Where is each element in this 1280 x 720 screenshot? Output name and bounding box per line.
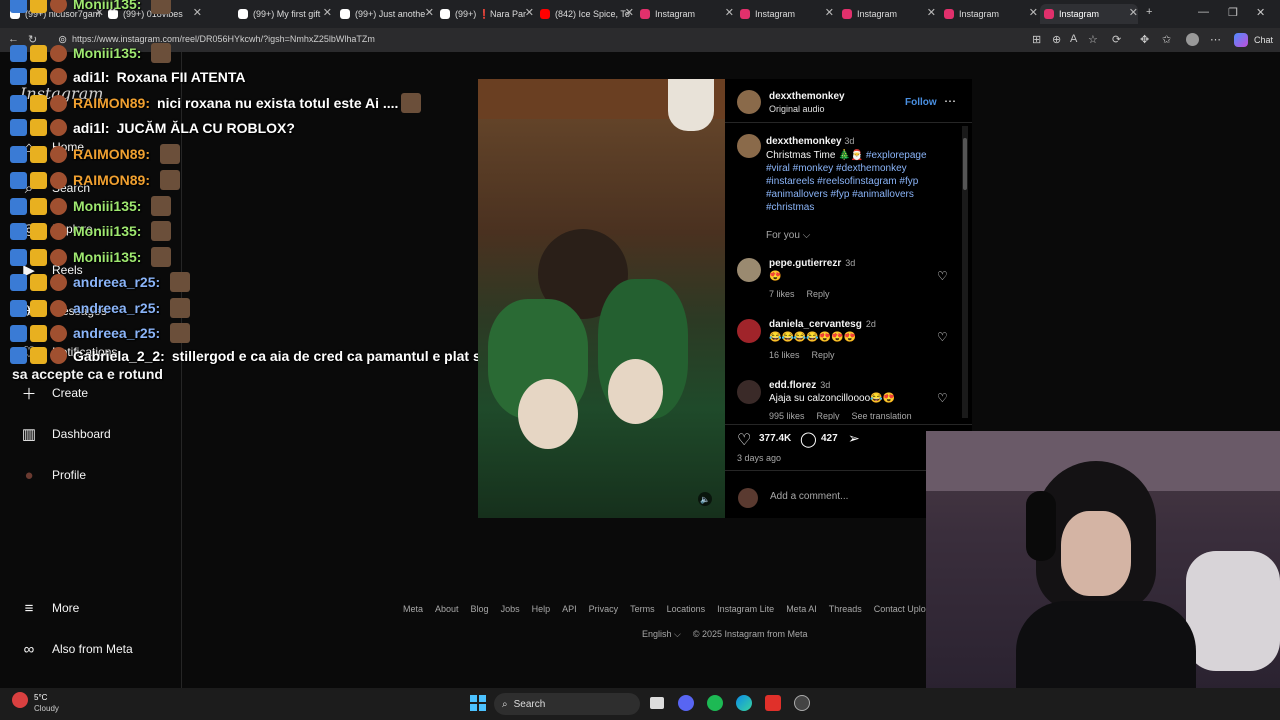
avatar: ● <box>24 466 34 484</box>
sidebar-item-dashboard[interactable]: ▥ Dashboard <box>20 425 111 443</box>
footer-link[interactable]: Jobs <box>501 604 520 614</box>
comment-text: 😂😂😂😂😍😍😍 <box>769 332 857 343</box>
commenter-avatar[interactable] <box>737 319 761 343</box>
comment-time: 3d <box>845 258 856 268</box>
likes-count: 377.4K <box>759 433 792 444</box>
comment-meta: 16 likes Reply <box>769 350 847 360</box>
commenter-avatar[interactable] <box>737 380 761 404</box>
person-shirt <box>1016 601 1196 691</box>
comment-meta: 995 likes Reply See translation <box>769 411 912 420</box>
person-face <box>1061 511 1131 596</box>
comment-like-icon[interactable]: ♡ <box>937 391 948 405</box>
comment-likes: 7 likes <box>769 289 795 299</box>
sidebar-item-profile[interactable]: ● Profile <box>20 466 86 484</box>
footer-link[interactable]: Threads <box>829 604 862 614</box>
share-icon[interactable]: ➢ <box>848 430 860 447</box>
sidebar-item-also-from-meta[interactable]: ∞ Also from Meta <box>20 640 133 658</box>
footer-link[interactable]: Meta AI <box>786 604 817 614</box>
my-avatar <box>738 488 758 508</box>
search-icon: ⌕ <box>502 698 508 710</box>
headphones <box>1026 491 1056 561</box>
sidebar-item-label: Profile <box>52 468 87 482</box>
comment-reply[interactable]: Reply <box>807 289 830 299</box>
like-icon[interactable]: ♡ <box>737 430 751 450</box>
comment-header: daniela_cervantesg 2d <box>769 319 876 330</box>
language-label: English <box>642 629 672 639</box>
comment-likes: 995 likes <box>769 411 805 420</box>
comment-time: 3d <box>820 380 831 390</box>
copyright: © 2025 Instagram from Meta <box>692 629 808 639</box>
comment-header: edd.florez 3d <box>769 380 830 391</box>
footer-link[interactable]: Terms <box>630 604 655 614</box>
comment-time: 2d <box>865 319 876 329</box>
weather-desc: Cloudy <box>34 704 59 713</box>
scrollbar-thumb[interactable] <box>963 138 967 190</box>
comments-count: 427 <box>821 433 838 444</box>
add-comment-input[interactable]: Add a comment... <box>770 491 848 502</box>
comment-text: Ajaja su calzoncilloooo😂😍 <box>769 393 896 404</box>
dashboard-icon: ▥ <box>21 426 37 443</box>
comment-icon[interactable]: ◯ <box>800 430 817 448</box>
comment-username[interactable]: pepe.gutierrezr <box>769 258 841 269</box>
meta-icon: ∞ <box>23 640 35 658</box>
comment-text: 😍 <box>769 271 782 282</box>
comment-reply[interactable]: Reply <box>812 350 835 360</box>
sidebar-item-label: Dashboard <box>52 427 111 441</box>
pillow <box>1186 551 1280 671</box>
footer-link[interactable]: Locations <box>667 604 706 614</box>
comment-reply[interactable]: Reply <box>817 411 840 420</box>
comment-like-icon[interactable]: ♡ <box>937 269 948 283</box>
obs-icon[interactable] <box>794 695 810 711</box>
footer-links: Meta About Blog Jobs Help API Privacy Terms Loca… <box>403 604 948 614</box>
windows-start-icon[interactable] <box>470 695 486 711</box>
spotify-icon[interactable] <box>707 695 723 711</box>
mute-icon[interactable]: 🔈 <box>698 492 712 506</box>
taskbar-search-label: Search <box>513 698 546 710</box>
comment-meta: 7 likes Reply <box>769 289 842 299</box>
footer-bottom: English ⌵ © 2025 Instagram from Meta <box>642 629 808 640</box>
footer-link[interactable]: Privacy <box>589 604 619 614</box>
comment-extra[interactable]: See translation <box>852 411 912 420</box>
footer-link[interactable]: Help <box>532 604 551 614</box>
comment-like-icon[interactable]: ♡ <box>937 330 948 344</box>
comment-likes: 16 likes <box>769 350 800 360</box>
menu-icon: ≡ <box>24 599 34 617</box>
footer-link[interactable]: API <box>562 604 577 614</box>
taskbar-search[interactable]: ⌕ Search <box>494 693 640 715</box>
footer-link[interactable]: Meta <box>403 604 423 614</box>
discord-icon[interactable] <box>678 695 694 711</box>
task-view-icon[interactable] <box>650 697 664 709</box>
post-time: 3 days ago <box>737 453 782 463</box>
footer-link[interactable]: Blog <box>471 604 489 614</box>
edge-icon[interactable] <box>736 695 752 711</box>
language-select[interactable]: English ⌵ <box>642 629 681 640</box>
footer-link[interactable]: About <box>435 604 459 614</box>
app-icon[interactable] <box>765 695 781 711</box>
commenter-avatar[interactable] <box>737 258 761 282</box>
comment-username[interactable]: edd.florez <box>769 380 816 391</box>
windows-taskbar <box>0 688 1280 720</box>
weather-temp: 5°C <box>34 693 48 702</box>
weather-icon[interactable] <box>12 692 28 708</box>
sidebar-item-label: More <box>52 601 80 615</box>
sidebar-item-more[interactable]: ≡ More <box>20 599 80 617</box>
footer-link[interactable]: Instagram Lite <box>717 604 774 614</box>
webcam-overlay <box>926 431 1280 691</box>
comment-header: pepe.gutierrezr 3d <box>769 258 855 269</box>
comment-username[interactable]: daniela_cervantesg <box>769 319 862 330</box>
divider <box>725 424 972 425</box>
sidebar-item-label: Also from Meta <box>52 642 133 656</box>
